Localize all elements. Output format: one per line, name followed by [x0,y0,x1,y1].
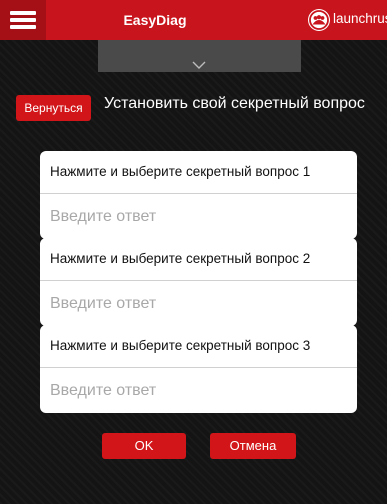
hamburger-menu-icon [10,11,36,15]
cancel-button[interactable]: Отмена [210,433,296,459]
collapse-dropdown[interactable] [98,40,301,72]
page-title: Установить свой секретный вопрос [104,95,365,112]
question-select-1[interactable]: Нажмите и выберите секретный вопрос 1 [40,151,357,193]
ok-button[interactable]: OK [102,433,186,459]
question-select-2[interactable]: Нажмите и выберите секретный вопрос 2 [40,238,357,280]
answer-input-2[interactable] [40,281,357,326]
top-bar: EasyDiag launchrus [0,0,387,40]
app-title: EasyDiag [123,12,187,28]
secret-question-card-2: Нажмите и выберите секретный вопрос 2 [40,238,357,326]
chevron-down-icon [192,61,206,69]
answer-input-3[interactable] [40,368,357,413]
brand-label[interactable]: launchrus [333,0,387,40]
answer-input-1[interactable] [40,194,357,239]
secret-question-card-3: Нажмите и выберите секретный вопрос 3 [40,325,357,413]
question-select-3[interactable]: Нажмите и выберите секретный вопрос 3 [40,325,357,367]
secret-question-card-1: Нажмите и выберите секретный вопрос 1 [40,151,357,239]
menu-button[interactable] [0,0,46,40]
back-button[interactable]: Вернуться [16,95,91,121]
people-group-icon[interactable] [308,9,330,31]
